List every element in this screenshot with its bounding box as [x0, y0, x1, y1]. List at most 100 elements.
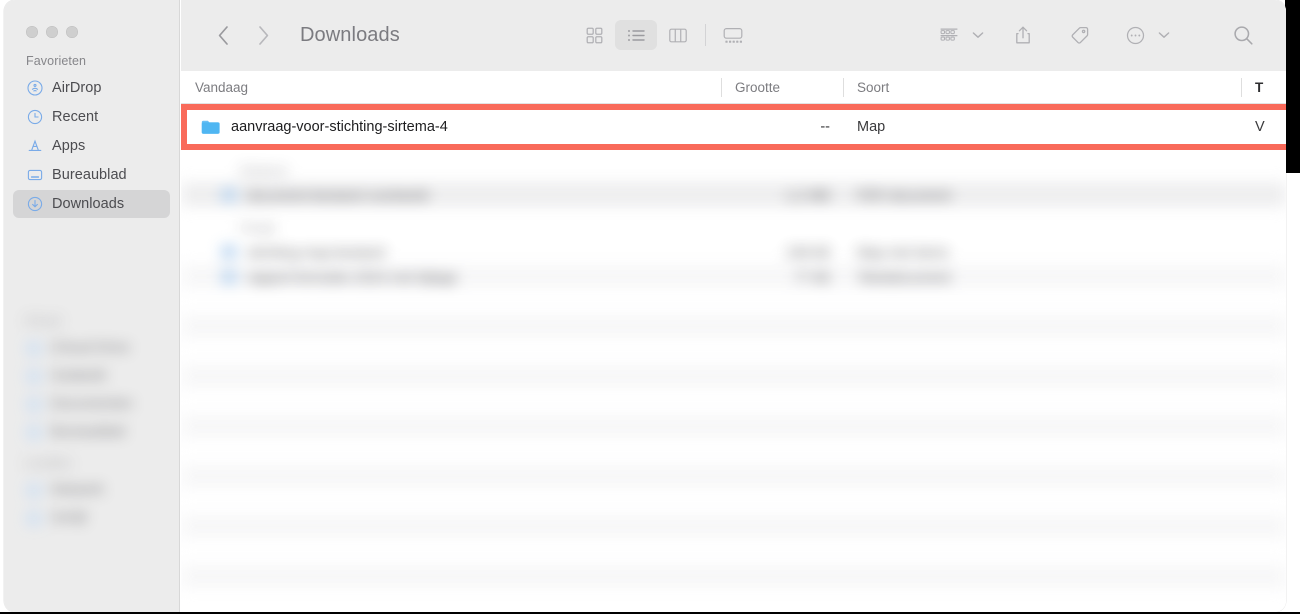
table-row-empty	[181, 514, 1286, 539]
table-row-empty	[181, 564, 1286, 589]
highlighted-row-annotation: aanvraag-voor-stichting-sirtema-4 -- Map…	[181, 104, 1286, 150]
column-header-date-added[interactable]: T	[1241, 71, 1286, 104]
sidebar-section-locations: Locaties	[25, 456, 72, 470]
sidebar-item-redacted[interactable]: Documenten	[13, 390, 173, 418]
view-mode-group	[573, 20, 754, 50]
sidebar-item-apps[interactable]: Apps	[13, 132, 170, 160]
apps-icon	[26, 138, 43, 155]
column-divider[interactable]	[843, 77, 844, 97]
desktop-backdrop: Favorieten AirDrop Recent Apps Bureaubla…	[0, 0, 1300, 614]
chevron-down-icon[interactable]	[1158, 31, 1170, 39]
airdrop-icon	[26, 80, 43, 97]
list-view-icon[interactable]	[615, 20, 658, 50]
file-kind: Tekstdocument	[857, 268, 952, 285]
sidebar-item-redacted[interactable]: Bureaublad	[13, 418, 173, 446]
table-row[interactable]: rapport-formulier-2024 met bijlage 77 kB…	[181, 264, 1286, 289]
file-kind: Map	[857, 119, 886, 135]
sidebar-item-label: Downloads	[52, 196, 125, 212]
column-headers: Vandaag Grootte Soort T	[181, 71, 1286, 104]
finder-main: Downloads Vandaag Grootte Soort T Gister…	[181, 0, 1286, 612]
desktop-icon	[26, 167, 43, 184]
file-kind: Map met items	[857, 243, 949, 260]
navigation-arrows	[214, 23, 272, 47]
file-list: Gisteren document-bestand voorbeeld 1,2 …	[181, 104, 1286, 612]
file-date-added	[1241, 182, 1286, 207]
close-button[interactable]	[26, 26, 38, 38]
sidebar-section-icloud: iCloud	[25, 314, 61, 328]
sidebar-item-label: Bureaublad	[51, 424, 126, 440]
share-icon[interactable]	[1002, 20, 1044, 50]
column-header-size[interactable]: Grootte	[721, 71, 843, 104]
file-icon	[221, 269, 237, 284]
disk-icon	[26, 510, 42, 526]
window-controls	[4, 0, 179, 38]
sidebar-item-label: Schijf	[51, 510, 87, 526]
tag-icon[interactable]	[1058, 20, 1100, 50]
gallery-view-icon[interactable]	[712, 20, 754, 50]
sidebar-section-favorites: Favorieten	[26, 54, 87, 68]
documents-icon	[26, 396, 42, 412]
table-row-empty	[181, 389, 1286, 414]
group-by-control[interactable]	[928, 20, 984, 50]
sidebar-redacted-region: iCloud iCloud Drive Gedeeld Documenten B…	[13, 304, 173, 604]
sidebar-item-desktop[interactable]: Bureaublad	[13, 161, 170, 189]
clock-icon	[26, 109, 43, 126]
column-view-icon[interactable]	[657, 20, 699, 50]
shared-icon	[26, 368, 42, 384]
table-row-empty	[181, 439, 1286, 464]
column-header-label: Grootte	[735, 79, 781, 95]
sidebar-item-redacted[interactable]: Netwerk	[13, 476, 173, 504]
more-actions-control[interactable]	[1114, 20, 1170, 50]
clipped-screen-region	[1285, 0, 1300, 173]
file-kind: PDF-document	[857, 186, 952, 203]
sidebar-item-redacted[interactable]: Gedeeld	[13, 362, 173, 390]
group-by-icon[interactable]	[928, 20, 970, 50]
network-icon	[26, 482, 42, 498]
sidebar-item-label: Bureaublad	[52, 167, 127, 183]
file-size: --	[820, 119, 830, 135]
finder-window: Favorieten AirDrop Recent Apps Bureaubla…	[4, 0, 1286, 612]
sidebar-item-recent[interactable]: Recent	[13, 103, 170, 131]
file-name: stichting-map-bestand	[247, 243, 385, 260]
search-icon[interactable]	[1222, 20, 1264, 50]
sidebar-item-redacted[interactable]: iCloud Drive	[13, 334, 173, 362]
column-header-name[interactable]: Vandaag	[181, 71, 721, 104]
zoom-button[interactable]	[66, 26, 78, 38]
table-row-empty	[181, 289, 1286, 314]
sidebar-item-label: Apps	[52, 138, 86, 154]
sidebar-item-redacted[interactable]: Schijf	[13, 504, 173, 532]
forward-button[interactable]	[254, 23, 272, 47]
table-row[interactable]: stichting-map-bestand 248 kB Map met ite…	[181, 239, 1286, 264]
back-button[interactable]	[214, 23, 232, 47]
table-row[interactable]: document-bestand voorbeeld 1,2 MB PDF-do…	[181, 182, 1286, 207]
sidebar-item-airdrop[interactable]: AirDrop	[13, 74, 170, 102]
grid-view-icon[interactable]	[573, 20, 615, 50]
column-header-kind[interactable]: Soort	[843, 71, 1241, 104]
column-header-label: T	[1255, 79, 1264, 95]
chevron-down-icon[interactable]	[972, 31, 984, 39]
column-header-label: Vandaag	[195, 79, 249, 95]
file-name: document-bestand voorbeeld	[247, 186, 429, 203]
file-icon	[221, 187, 237, 202]
file-name: aanvraag-voor-stichting-sirtema-4	[231, 119, 448, 135]
file-name: rapport-formulier-2024 met bijlage	[247, 268, 458, 285]
sidebar-item-label: Recent	[52, 109, 99, 125]
more-actions-icon[interactable]	[1114, 20, 1156, 50]
file-size: 248 kB	[786, 243, 830, 260]
file-date-added	[1241, 239, 1286, 264]
file-list-redacted-region: Gisteren document-bestand voorbeeld 1,2 …	[181, 150, 1286, 612]
file-size: 77 kB	[794, 268, 830, 285]
column-header-label: Soort	[857, 79, 890, 95]
table-row-empty	[181, 539, 1286, 564]
file-date-added: V	[1255, 119, 1265, 135]
sidebar-item-downloads[interactable]: Downloads	[13, 190, 170, 218]
column-divider[interactable]	[721, 77, 722, 97]
minimize-button[interactable]	[46, 26, 58, 38]
table-row-folder[interactable]: aanvraag-voor-stichting-sirtema-4 -- Map…	[187, 110, 1286, 144]
page-title: Downloads	[300, 23, 400, 46]
sidebar-item-label: Documenten	[51, 396, 134, 412]
sidebar-item-label: Gedeeld	[51, 368, 106, 384]
column-divider[interactable]	[1241, 77, 1242, 97]
toolbar-actions	[928, 20, 1264, 50]
downloads-icon	[26, 196, 43, 213]
